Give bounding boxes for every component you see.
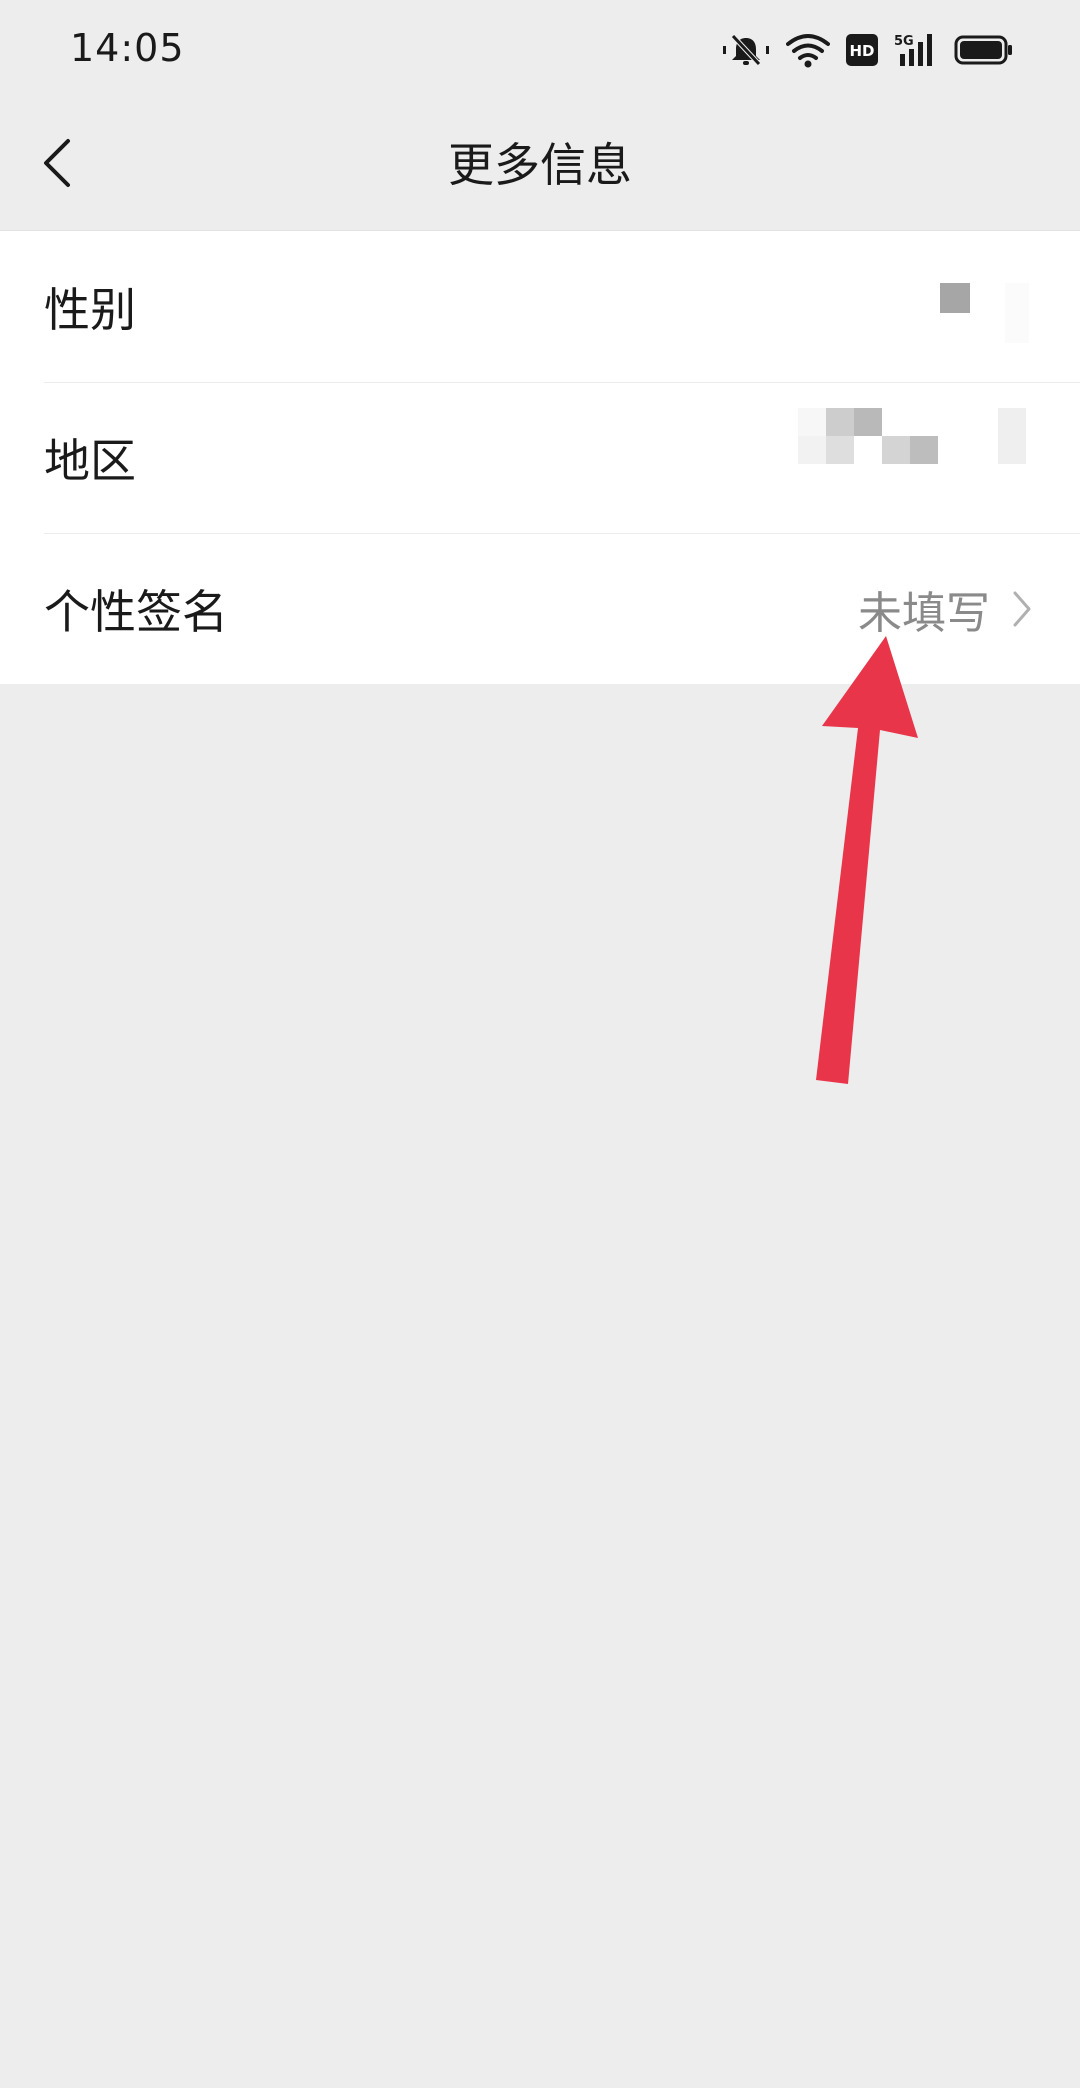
svg-text:5G: 5G [894,34,914,49]
info-list: 性别 地区 个性签名 未填写 [0,231,1080,684]
page-title: 更多信息 [448,138,632,192]
nav-bar: 更多信息 [0,100,1080,231]
chevron-right-icon [1008,587,1036,631]
status-icons: HD 5G [722,28,1014,72]
battery-icon [954,34,1014,66]
5g-signal-icon: 5G [894,32,938,68]
status-bar: 14:05 HD 5G [0,0,1080,100]
svg-text:HD: HD [849,42,874,60]
gender-row[interactable]: 性别 [0,231,1080,382]
gender-label: 性别 [44,282,136,337]
region-value-obscured [798,382,1028,533]
wifi-icon [786,32,830,68]
hd-icon: HD [846,34,878,66]
status-time: 14:05 [70,26,185,70]
signature-value: 未填写 [858,587,990,639]
gender-value-obscured [940,283,970,313]
gender-value-obscured-fade [1005,283,1029,343]
signature-row[interactable]: 个性签名 未填写 [0,533,1080,684]
region-row[interactable]: 地区 [0,382,1080,533]
signature-label: 个性签名 [44,584,228,639]
mute-icon [722,32,770,68]
